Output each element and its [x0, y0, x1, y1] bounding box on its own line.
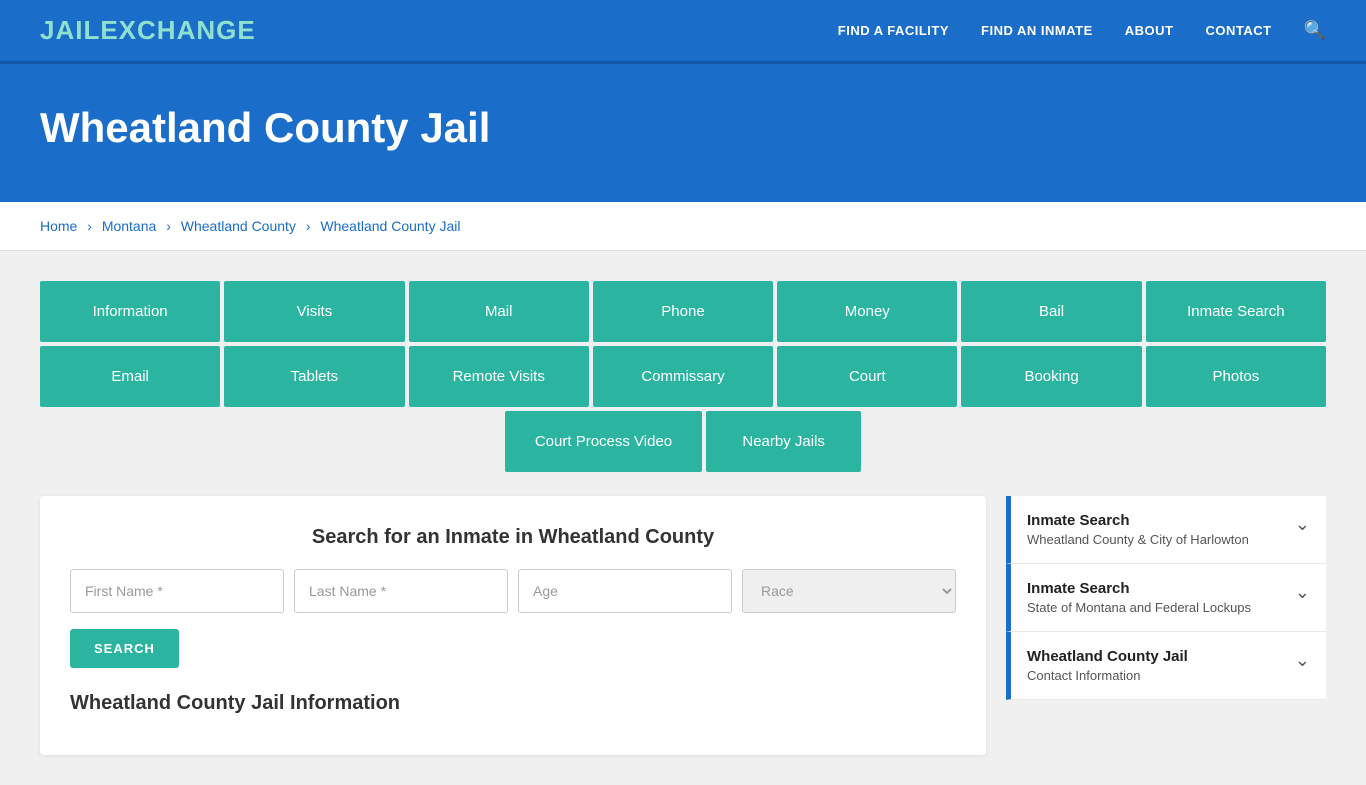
sidebar-item-2-title: Wheatland County Jail	[1027, 648, 1188, 665]
page-title: Wheatland County Jail	[40, 104, 1326, 152]
race-select[interactable]: Race	[742, 569, 956, 613]
age-input[interactable]	[518, 569, 732, 613]
breadcrumb: Home › Montana › Wheatland County › Whea…	[0, 202, 1366, 251]
sidebar-item-0-text: Inmate Search Wheatland County & City of…	[1027, 512, 1249, 547]
btn-remote-visits[interactable]: Remote Visits	[409, 346, 589, 407]
main-nav: FIND A FACILITY FIND AN INMATE ABOUT CON…	[838, 20, 1326, 41]
btn-money[interactable]: Money	[777, 281, 957, 342]
btn-commissary[interactable]: Commissary	[593, 346, 773, 407]
bottom-heading: Wheatland County Jail Information	[70, 692, 956, 715]
breadcrumb-sep-1: ›	[87, 218, 96, 234]
search-title: Search for an Inmate in Wheatland County	[70, 526, 956, 549]
chevron-down-icon: ⌄	[1295, 582, 1310, 603]
site-logo[interactable]: JAILEXCHANGE	[40, 15, 256, 46]
nav-find-facility[interactable]: FIND A FACILITY	[838, 23, 949, 38]
btn-tablets[interactable]: Tablets	[224, 346, 404, 407]
sidebar-item-2-sub: Contact Information	[1027, 668, 1188, 683]
btn-bail[interactable]: Bail	[961, 281, 1141, 342]
breadcrumb-montana[interactable]: Montana	[102, 218, 156, 234]
button-row-2: Email Tablets Remote Visits Commissary C…	[40, 346, 1326, 407]
last-name-input[interactable]	[294, 569, 508, 613]
sidebar-item-2-text: Wheatland County Jail Contact Informatio…	[1027, 648, 1188, 683]
nav-contact[interactable]: CONTACT	[1205, 23, 1271, 38]
main-content: Information Visits Mail Phone Money Bail…	[0, 251, 1366, 785]
btn-email[interactable]: Email	[40, 346, 220, 407]
btn-inmate-search[interactable]: Inmate Search	[1146, 281, 1326, 342]
btn-visits[interactable]: Visits	[224, 281, 404, 342]
logo-exchange: EXCHANGE	[100, 15, 255, 45]
inmate-search-box: Search for an Inmate in Wheatland County…	[40, 496, 986, 755]
btn-mail[interactable]: Mail	[409, 281, 589, 342]
hero-section: Wheatland County Jail	[0, 64, 1366, 202]
search-button[interactable]: SEARCH	[70, 629, 179, 668]
sidebar: Inmate Search Wheatland County & City of…	[1006, 496, 1326, 755]
breadcrumb-jail[interactable]: Wheatland County Jail	[320, 218, 460, 234]
nav-find-inmate[interactable]: FIND AN INMATE	[981, 23, 1093, 38]
sidebar-item-2[interactable]: Wheatland County Jail Contact Informatio…	[1006, 632, 1326, 700]
search-fields: Race	[70, 569, 956, 613]
button-row-1: Information Visits Mail Phone Money Bail…	[40, 281, 1326, 342]
btn-court[interactable]: Court	[777, 346, 957, 407]
btn-photos[interactable]: Photos	[1146, 346, 1326, 407]
btn-phone[interactable]: Phone	[593, 281, 773, 342]
sidebar-item-0[interactable]: Inmate Search Wheatland County & City of…	[1006, 496, 1326, 564]
sidebar-item-1-text: Inmate Search State of Montana and Feder…	[1027, 580, 1251, 615]
button-row-3: Court Process Video Nearby Jails	[40, 411, 1326, 472]
breadcrumb-sep-2: ›	[166, 218, 175, 234]
first-name-input[interactable]	[70, 569, 284, 613]
breadcrumb-home[interactable]: Home	[40, 218, 77, 234]
sidebar-item-0-title: Inmate Search	[1027, 512, 1249, 529]
sidebar-item-1-sub: State of Montana and Federal Lockups	[1027, 600, 1251, 615]
sidebar-item-1-title: Inmate Search	[1027, 580, 1251, 597]
chevron-down-icon: ⌄	[1295, 650, 1310, 671]
search-icon[interactable]: 🔍	[1304, 20, 1326, 41]
sidebar-item-0-sub: Wheatland County & City of Harlowton	[1027, 532, 1249, 547]
sidebar-item-1[interactable]: Inmate Search State of Montana and Feder…	[1006, 564, 1326, 632]
chevron-down-icon: ⌄	[1295, 514, 1310, 535]
btn-court-process-video[interactable]: Court Process Video	[505, 411, 702, 472]
breadcrumb-wheatland[interactable]: Wheatland County	[181, 218, 296, 234]
content-area: Search for an Inmate in Wheatland County…	[40, 496, 1326, 755]
site-header: JAILEXCHANGE FIND A FACILITY FIND AN INM…	[0, 0, 1366, 64]
btn-information[interactable]: Information	[40, 281, 220, 342]
btn-booking[interactable]: Booking	[961, 346, 1141, 407]
btn-nearby-jails[interactable]: Nearby Jails	[706, 411, 861, 472]
logo-jail: JAIL	[40, 15, 100, 45]
breadcrumb-sep-3: ›	[306, 218, 315, 234]
nav-about[interactable]: ABOUT	[1125, 23, 1174, 38]
